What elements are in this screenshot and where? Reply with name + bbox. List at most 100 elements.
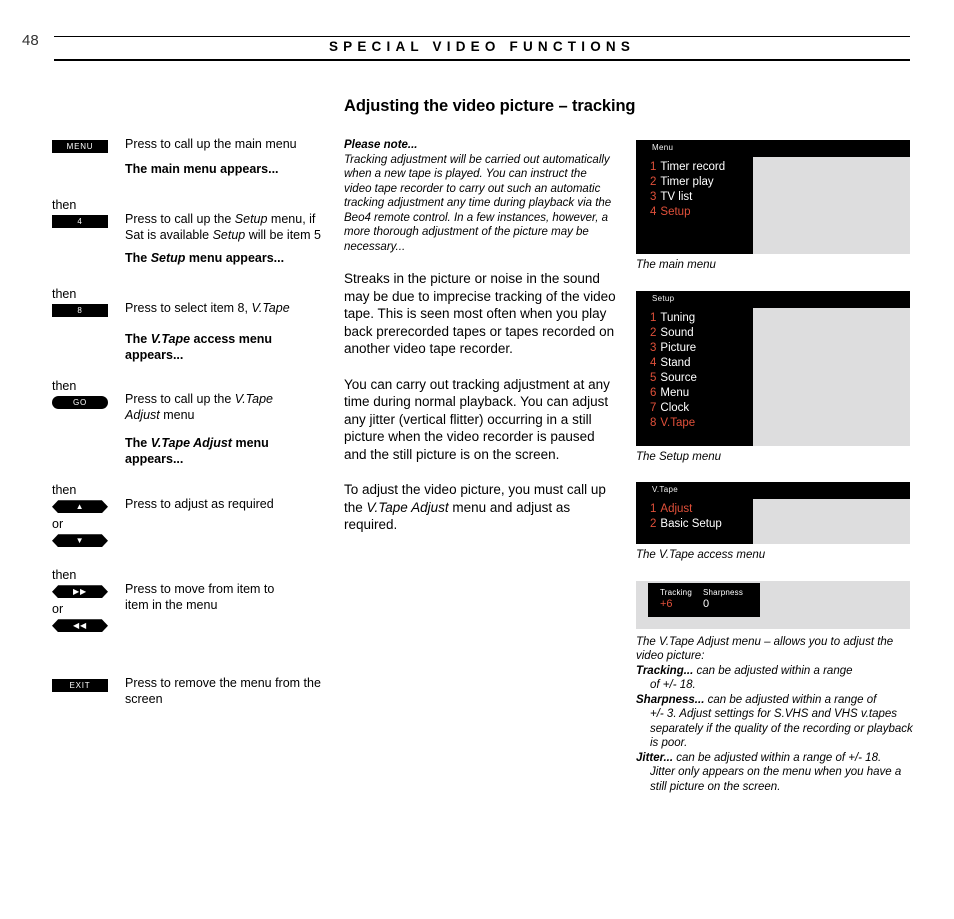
rewind-icon: ◀◀	[73, 620, 87, 630]
menu-item[interactable]: 2 Sound	[650, 326, 755, 341]
menu-item[interactable]: 4 Stand	[650, 356, 755, 371]
adjust-term-tracking: Tracking...	[636, 664, 694, 677]
instruction-text: Press to call up the Setup menu, if Sat …	[125, 212, 325, 243]
instruction-text-b: menu	[159, 407, 195, 422]
menu-item-number: 2	[650, 518, 657, 530]
screen-title-bar	[636, 290, 910, 308]
arrow-up-icon: ▲	[75, 501, 85, 511]
screenshot-column: Menu 1 Timer record 2 Timer play 3 TV list …	[636, 140, 916, 794]
menu-item-label: Timer play	[660, 176, 714, 188]
instruction-note: The main menu appears...	[52, 162, 322, 196]
screen-caption-setup-menu: The Setup menu	[636, 450, 722, 463]
remote-button-forward[interactable]: ▶▶	[52, 585, 108, 599]
screen-caption-vtape-access-menu: The V.Tape access menu	[636, 549, 766, 561]
header-rule-top	[54, 36, 910, 37]
then-label-2: then	[52, 287, 77, 301]
screen-setup-menu: Setup 1 Tuning 2 Sound 3 Picture 4 Stand 5 So…	[636, 290, 910, 446]
menu-item-list: 1 Adjust 2 Basic Setup	[650, 502, 755, 532]
instruction-note-text: The V.Tape access menu appears...	[125, 332, 285, 363]
please-note-heading: Please note...	[344, 139, 418, 151]
menu-item-label: Clock	[660, 401, 690, 414]
then-label-5: then	[52, 568, 77, 582]
note-text-a: The	[125, 436, 151, 450]
instruction-note: The V.Tape Adjust menu appears...	[52, 436, 322, 481]
page-number: 48	[22, 32, 39, 49]
adjust-cont-sharpness: +/- 3. Adjust settings for S.VHS and VHS…	[650, 708, 913, 749]
instruction-text: Press to adjust as required	[125, 497, 274, 511]
remote-button-up[interactable]: ▲	[52, 500, 108, 514]
menu-item-list: 1 Tuning 2 Sound 3 Picture 4 Stand 5 Source 6…	[650, 311, 755, 431]
instruction-text: Press to select item 8, V.Tape	[125, 301, 325, 317]
note-text-em: Setup	[150, 251, 186, 265]
instruction-text-a: Press to select item 8,	[125, 301, 252, 315]
remote-button-8[interactable]: 8	[52, 304, 108, 318]
instruction-text: Press to call up the V.Tape Adjust menu	[125, 392, 275, 423]
menu-item-number: 1	[650, 161, 657, 173]
instruction-note: The V.Tape access menu appears...	[52, 332, 322, 377]
menu-item-selected[interactable]: 4 Setup	[650, 205, 755, 220]
remote-button-menu[interactable]: MENU	[52, 140, 108, 154]
menu-item-list: 1 Timer record 2 Timer play 3 TV list 4 Setu…	[650, 160, 755, 220]
remote-button-go[interactable]: GO	[52, 396, 108, 410]
instruction-text-a: Press to call up the	[125, 392, 235, 406]
menu-item[interactable]: 3 Picture	[650, 341, 755, 356]
menu-item[interactable]: 1 Timer record	[650, 160, 755, 175]
screen-main-menu: Menu 1 Timer record 2 Timer play 3 TV list …	[636, 140, 910, 254]
menu-item[interactable]: 5 Source	[650, 371, 755, 386]
adjust-cont-tracking: of +/- 18.	[650, 679, 696, 691]
menu-item-number: 4	[650, 356, 657, 369]
menu-item-number: 8	[650, 416, 657, 429]
menu-item[interactable]: 3 TV list	[650, 190, 755, 205]
instruction-step-alt: ◀◀	[52, 617, 322, 677]
note-text-em: V.Tape Adjust	[150, 436, 232, 450]
menu-item-selected[interactable]: 8 V.Tape	[650, 416, 755, 431]
menu-item-number: 7	[650, 401, 657, 414]
menu-item[interactable]: 2 Timer play	[650, 175, 755, 190]
menu-item-label: Basic Setup	[660, 518, 722, 530]
screen-vtape-adjust-menu: Tracking +6 Sharpness 0	[636, 580, 910, 629]
note-text-a: The	[125, 332, 151, 346]
menu-item-number: 1	[650, 503, 657, 515]
instruction-note-text: The main menu appears...	[125, 162, 279, 176]
adjust-caption-intro: The V.Tape Adjust menu – allows you to a…	[636, 635, 894, 663]
instruction-text: Press to remove the menu from the screen	[125, 676, 321, 706]
adjust-field-sharpness[interactable]: Sharpness 0	[703, 588, 743, 611]
menu-item-number: 6	[650, 386, 657, 399]
instruction-step: 8 Press to select item 8, V.Tape	[52, 301, 325, 332]
instruction-step-alt: ▼	[52, 532, 322, 566]
menu-item[interactable]: 6 Menu	[650, 386, 755, 401]
instruction-note-text: The Setup menu appears...	[125, 251, 325, 267]
screen-title: Menu	[652, 143, 674, 152]
arrow-down-icon: ▼	[75, 535, 85, 545]
adjust-desc-jitter: can be adjusted within a range of +/- 18…	[673, 751, 882, 764]
screen-caption-main-menu: The main menu	[636, 259, 716, 271]
menu-item-number: 4	[650, 206, 657, 218]
header-rule-bottom	[54, 59, 910, 61]
menu-item-label: TV list	[660, 191, 693, 203]
menu-item-number: 2	[650, 326, 657, 339]
instruction-step: GO Press to call up the V.Tape Adjust me…	[52, 392, 322, 436]
note-text-em: V.Tape	[150, 332, 191, 346]
instruction-step: 4 Press to call up the Setup menu, if Sa…	[52, 212, 325, 251]
menu-item-selected[interactable]: 1 Adjust	[650, 502, 755, 517]
running-head: SPECIAL VIDEO FUNCTIONS	[328, 39, 636, 54]
note-text-a: The	[125, 251, 151, 265]
instruction-text: Press to call up the main menu	[125, 137, 297, 151]
adjust-cont-jitter: Jitter only appears on the menu when you…	[650, 766, 902, 793]
adjust-caption: The V.Tape Adjust menu – allows you to a…	[636, 635, 914, 795]
remote-button-4[interactable]: 4	[52, 215, 108, 229]
body-paragraph-2: You can carry out tracking adjustment at…	[344, 376, 610, 462]
menu-item[interactable]: 1 Tuning	[650, 311, 755, 326]
menu-item-label: Timer record	[660, 161, 726, 173]
page-title: Adjusting the video picture – tracking	[344, 97, 636, 115]
remote-button-back[interactable]: ◀◀	[52, 619, 108, 633]
menu-item[interactable]: 7 Clock	[650, 401, 755, 416]
please-note-body: Tracking adjustment will be carried out …	[344, 153, 612, 253]
adjust-field-tracking[interactable]: Tracking +6	[660, 588, 692, 611]
instruction-step: MENU Press to call up the main menu	[52, 137, 322, 162]
menu-item[interactable]: 2 Basic Setup	[650, 517, 755, 532]
remote-button-exit[interactable]: EXIT	[52, 679, 108, 693]
menu-item-label: V.Tape	[660, 416, 696, 429]
menu-item-label: Setup	[660, 206, 691, 218]
remote-button-down[interactable]: ▼	[52, 534, 108, 548]
